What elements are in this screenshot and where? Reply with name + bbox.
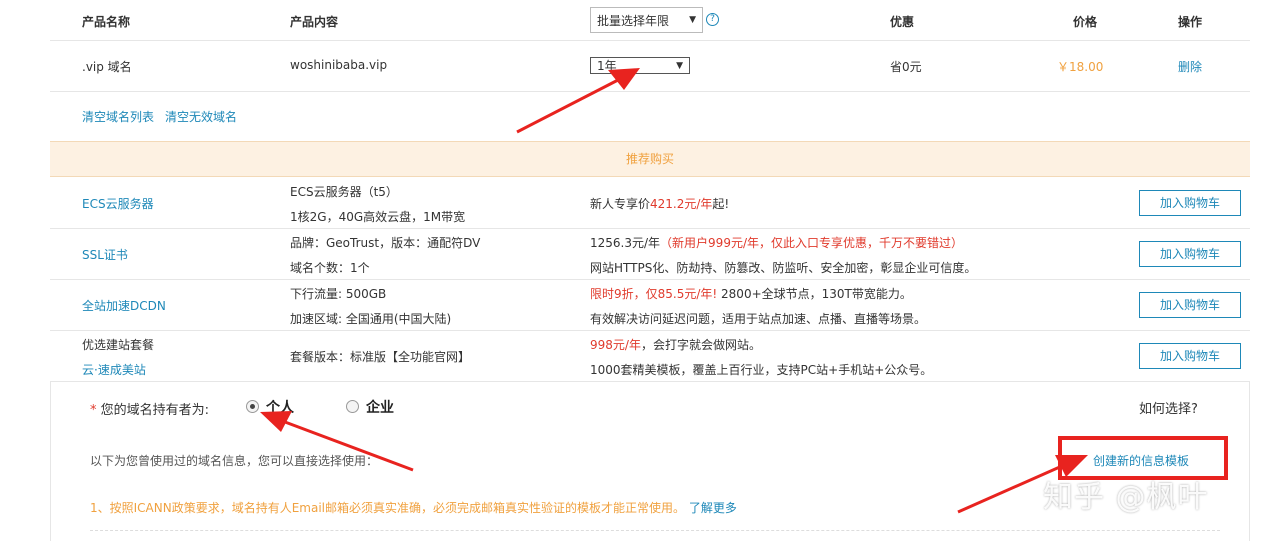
header-discount: 优惠	[890, 15, 915, 29]
cart-item-discount: 省0元	[890, 60, 922, 74]
promo-text: 限时9折，仅85.5元/年!	[590, 287, 718, 301]
recommend-spec-line2: 域名个数：1个	[290, 261, 370, 275]
recommend-item-site-link[interactable]: 云·速成美站	[82, 361, 146, 378]
add-to-cart-button[interactable]: 加入购物车	[1139, 343, 1241, 369]
chevron-down-icon: ▼	[689, 15, 696, 25]
recommend-desc-line2: 有效解决访问延迟问题，适用于站点加速、点播、直播等场景。	[590, 312, 927, 326]
help-icon[interactable]: ?	[706, 13, 719, 26]
desc-suffix: 2800+全球节点，130T带宽能力。	[717, 287, 912, 301]
recommend-title: 推荐购买	[50, 141, 1250, 177]
desc-suffix: 起!	[712, 197, 730, 211]
batch-years-label: 批量选择年限	[597, 13, 670, 28]
chevron-down-icon: ▼	[676, 60, 683, 71]
watermark: 知乎 @枫叶	[1043, 480, 1209, 515]
clear-invalid-domains-link[interactable]: 清空无效域名	[165, 108, 237, 125]
radio-personal[interactable]	[246, 400, 259, 413]
recommend-item-dcdn[interactable]: 全站加速DCDN	[82, 297, 166, 314]
radio-company[interactable]	[346, 400, 359, 413]
recommend-desc-line2: 1000套精美模板，覆盖上百行业，支持PC站+手机站+公众号。	[590, 363, 933, 377]
info-text: 以下为您曾使用过的域名信息，您可以直接选择使用：	[90, 454, 379, 468]
years-select-value: 1年	[597, 59, 617, 73]
divider	[50, 228, 1250, 229]
how-to-choose-link[interactable]: 如何选择?	[1139, 398, 1198, 417]
promo-price: 998元/年	[590, 338, 641, 352]
dashed-divider	[90, 530, 1220, 531]
years-select[interactable]: 1年 ▼	[590, 57, 690, 74]
radio-personal-label[interactable]: 个人	[266, 397, 294, 417]
promo-text: （新用户999元/年，仅此入口专享优惠，千万不要错过）	[660, 236, 963, 250]
add-to-cart-button[interactable]: 加入购物车	[1139, 190, 1241, 216]
learn-more-link[interactable]: 了解更多	[689, 501, 737, 515]
recommend-desc: 新人专享价421.2元/年起!	[590, 195, 729, 212]
recommend-spec-line1: 套餐版本：标准版【全功能官网】	[290, 350, 471, 364]
cart-item-price: ￥18.00	[1057, 60, 1104, 74]
divider	[50, 330, 1250, 331]
header-product-name: 产品名称	[82, 15, 131, 29]
batch-years-select[interactable]: 批量选择年限 ▼	[590, 7, 703, 33]
recommend-desc-line2: 网站HTTPS化、防劫持、防篡改、防监听、安全加密，彰显企业可信度。	[590, 261, 977, 275]
header-price: 价格	[1073, 15, 1098, 29]
cart-item-name: .vip 域名	[82, 60, 132, 74]
recommend-desc: 998元/年，会打字就会做网站。	[590, 336, 761, 353]
recommend-desc: 限时9折，仅85.5元/年! 2800+全球节点，130T带宽能力。	[590, 285, 912, 302]
promo-price: 421.2元/年	[650, 197, 713, 211]
clear-domain-list-link[interactable]: 清空域名列表	[82, 108, 154, 125]
delete-link[interactable]: 删除	[1178, 58, 1202, 75]
header-action: 操作	[1178, 15, 1203, 29]
add-to-cart-button[interactable]: 加入购物车	[1139, 241, 1241, 267]
arrow-shaft	[516, 77, 621, 134]
add-to-cart-button[interactable]: 加入购物车	[1139, 292, 1241, 318]
recommend-spec-line1: ECS云服务器（t5）	[290, 185, 398, 199]
recommend-spec-line2: 1核2G，40G高效云盘，1M带宽	[290, 210, 466, 224]
cart-item-domain: woshinibaba.vip	[290, 58, 388, 72]
owner-label-row: * 您的域名持有者为:	[90, 399, 209, 418]
divider	[50, 91, 1250, 92]
recommend-item-ecs[interactable]: ECS云服务器	[82, 195, 154, 212]
required-mark: *	[90, 403, 97, 418]
recommend-spec-line1: 品牌：GeoTrust，版本：通配符DV	[290, 236, 481, 250]
desc-prefix: 新人专享价	[590, 197, 651, 211]
header-product-content: 产品内容	[290, 15, 339, 29]
icann-notice: 1、按照ICANN政策要求，域名持有人Email邮箱必须真实准确，必须完成邮箱真…	[90, 499, 737, 516]
recommend-item-ssl[interactable]: SSL证书	[82, 246, 128, 263]
notice-text: 1、按照ICANN政策要求，域名持有人Email邮箱必须真实准确，必须完成邮箱真…	[90, 501, 686, 515]
divider	[50, 40, 1250, 41]
desc-suffix: ，会打字就会做网站。	[640, 338, 761, 352]
recommend-spec-line1: 下行流量: 500GB	[290, 287, 387, 301]
radio-company-label[interactable]: 企业	[366, 397, 394, 417]
arrow-to-years-select	[516, 68, 640, 134]
owner-label: 您的域名持有者为:	[100, 403, 210, 418]
divider	[50, 279, 1250, 280]
desc-prefix: 1256.3元/年	[590, 236, 661, 250]
recommend-spec-line2: 加速区域: 全国通用(中国大陆)	[290, 312, 452, 326]
recommend-item-site-package: 优选建站套餐	[82, 338, 155, 352]
recommend-desc: 1256.3元/年（新用户999元/年，仅此入口专享优惠，千万不要错过）	[590, 234, 963, 251]
